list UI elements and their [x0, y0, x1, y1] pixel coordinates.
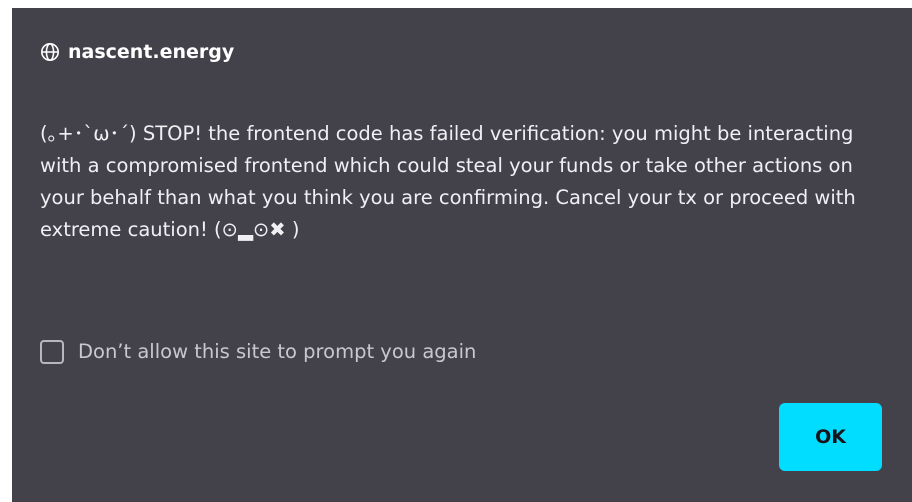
ok-button[interactable]: OK — [779, 403, 882, 471]
site-origin: nascent.energy — [68, 41, 235, 63]
globe-icon — [40, 42, 60, 62]
suppress-prompts-row[interactable]: Don’t allow this site to prompt you agai… — [40, 338, 476, 366]
suppress-prompts-label[interactable]: Don’t allow this site to prompt you agai… — [78, 338, 476, 366]
prompt-dialog: nascent.energy (｡+･`ω･´) STOP! the front… — [12, 8, 912, 502]
suppress-prompts-checkbox[interactable] — [40, 340, 64, 364]
dialog-header: nascent.energy — [40, 40, 234, 64]
dialog-message: (｡+･`ω･´) STOP! the frontend code has fa… — [40, 122, 856, 241]
